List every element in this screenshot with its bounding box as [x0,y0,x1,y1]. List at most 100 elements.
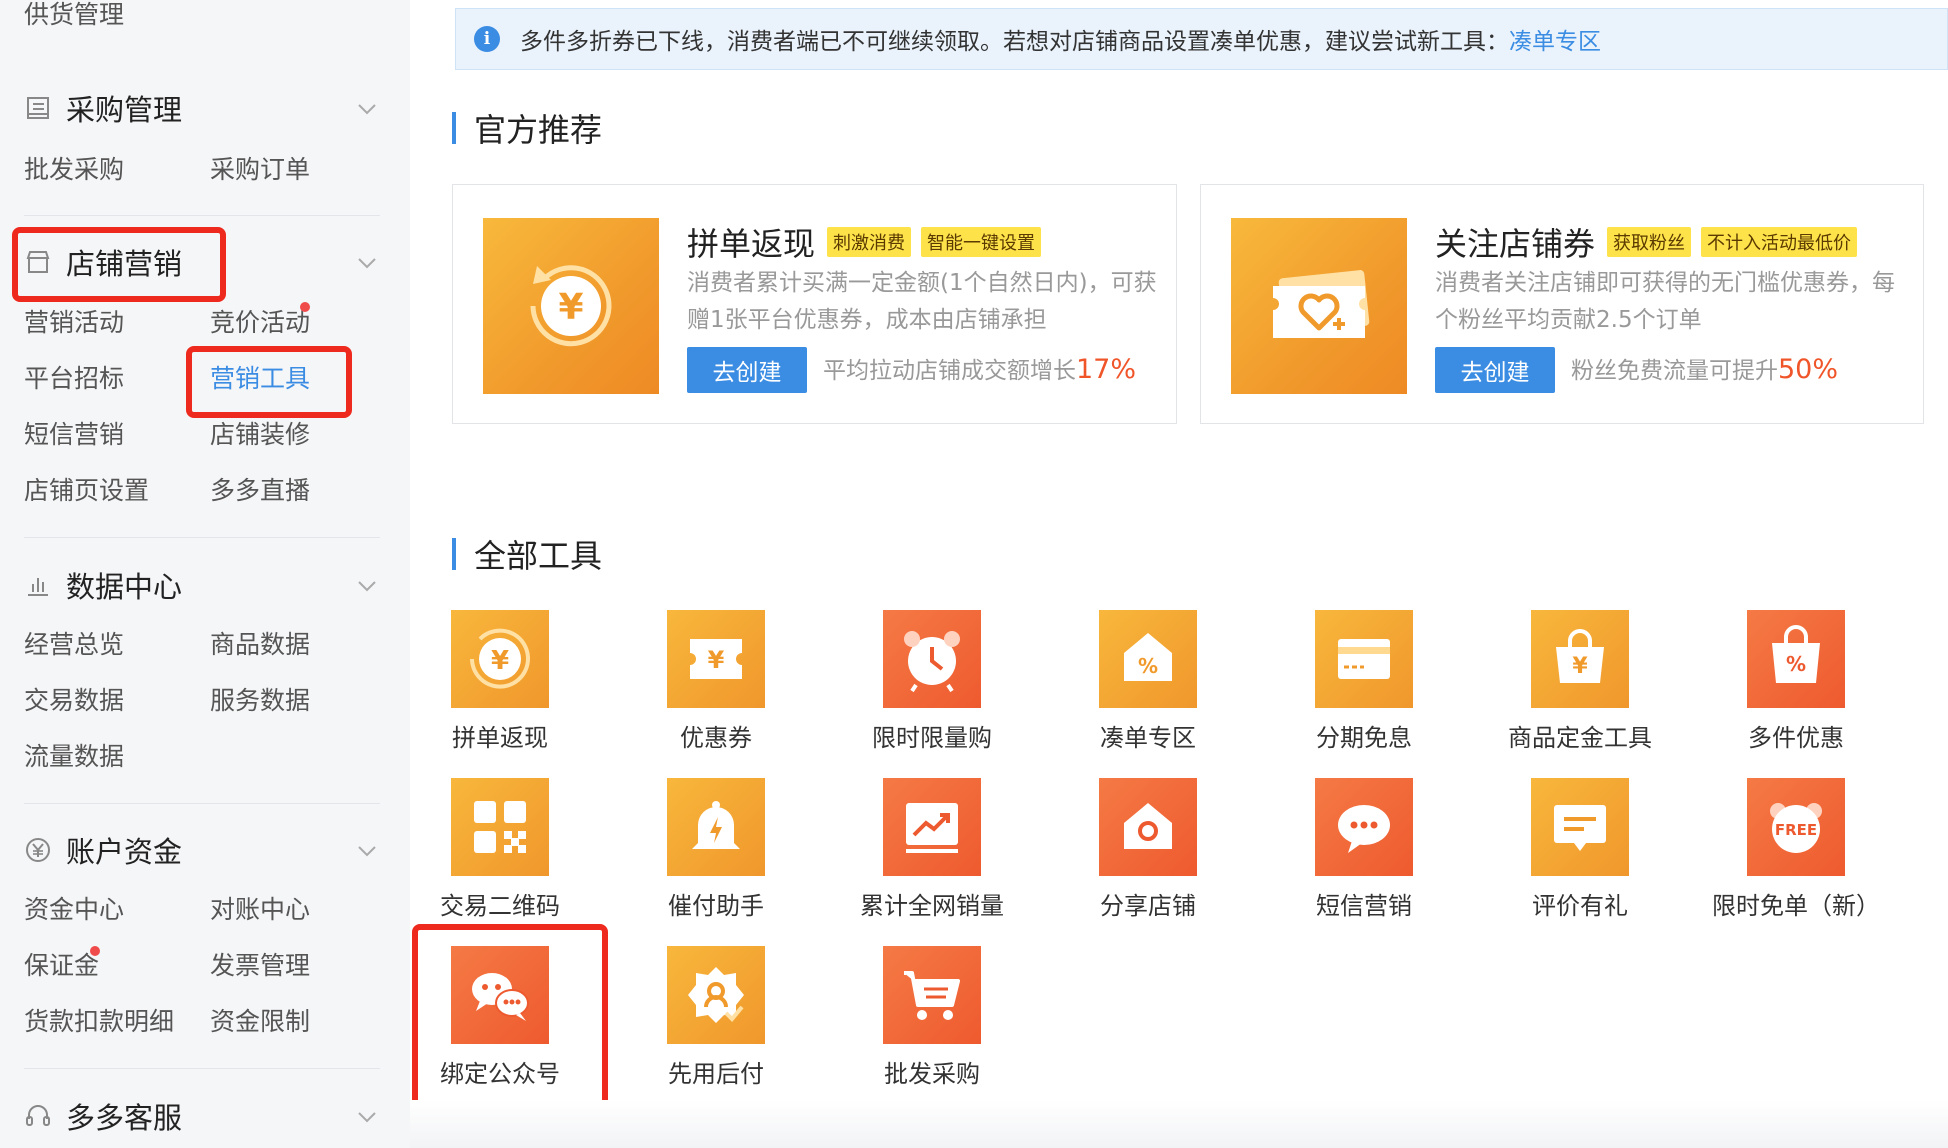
card-stat-text: 平均拉动店铺成交额增长 [823,358,1076,384]
free-badge-text: FREE [1775,821,1817,839]
tool-label: 累计全网销量 [860,892,1004,920]
sidebar-item-fund-limit[interactable]: 资金限制 [210,1007,310,1037]
sidebar-item-marketing-activities[interactable]: 营销活动 [24,308,124,338]
tool-label: 短信营销 [1316,892,1412,920]
section-title-recommend: 官方推荐 [452,108,602,149]
tool-wholesale[interactable]: 批发采购 [827,946,1037,1088]
sidebar-item-reconcile[interactable]: 对账中心 [210,895,310,925]
tool-multi-discount[interactable]: % 多件优惠 [1691,610,1901,752]
title-bar [452,538,456,570]
recommend-card-cashback: ¥ 拼单返现 刺激消费 智能一键设置 消费者累计买满一定金额(1个自然日内)，可… [452,184,1177,424]
sidebar-item-store-page[interactable]: 店铺页设置 [24,476,149,506]
tool-bundle-zone[interactable]: % 凑单专区 [1043,610,1253,752]
tool-qr-code[interactable]: 交易二维码 [395,778,605,920]
tool-label: 分期免息 [1316,724,1412,752]
chevron-down-icon[interactable] [356,1106,378,1128]
tool-label: 分享店铺 [1100,892,1196,920]
sidebar: 供货管理 采购管理 批发采购 采购订单 店铺营销 营销活动 竞价活动 平台招标 … [0,0,410,1148]
tool-label: 优惠券 [680,724,752,752]
card-title-row: 拼单返现 刺激消费 智能一键设置 [687,219,1051,265]
tool-cashback[interactable]: ¥ 拼单返现 [395,610,605,752]
notice-text: 多件多折券已下线，消费者端已不可继续领取。若想对店铺商品设置凑单优惠，建议尝试新… [520,29,1509,55]
tool-payment-reminder[interactable]: 催付助手 [611,778,821,920]
svg-text:¥: ¥ [491,646,509,676]
divider [24,803,380,804]
bell-icon [667,778,765,876]
tool-flash-sale[interactable]: 限时限量购 [827,610,1037,752]
svg-text:%: % [1786,652,1806,676]
sidebar-item-purchase-orders[interactable]: 采购订单 [210,155,310,185]
card-tag: 获取粉丝 [1607,227,1692,257]
card-tag: 刺激消费 [827,227,912,257]
info-icon: i [474,26,500,52]
tool-label: 催付助手 [668,892,764,920]
sidebar-item-deduction[interactable]: 货款扣款明细 [24,1007,174,1037]
chevron-down-icon[interactable] [356,840,378,862]
card-stat-value: 17% [1076,354,1137,385]
sidebar-item-overview[interactable]: 经营总览 [24,630,124,660]
sidebar-item-goods-data[interactable]: 商品数据 [210,630,310,660]
sidebar-section-title: 多多客服 [66,1101,183,1135]
chevron-down-icon[interactable] [356,252,378,274]
sidebar-section-data[interactable]: 数据中心 [24,565,182,605]
tool-coupon[interactable]: ¥ 优惠券 [611,610,821,752]
headset-icon [24,1102,52,1130]
card-title: 关注店铺券 [1435,225,1596,263]
sidebar-item-invoice[interactable]: 发票管理 [210,951,310,981]
sidebar-item-decoration[interactable]: 店铺装修 [210,420,310,450]
notification-dot [300,302,310,312]
notice-link[interactable]: 凑单专区 [1509,22,1601,56]
divider [24,537,380,538]
sidebar-item-fund-center[interactable]: 资金中心 [24,895,124,925]
bar-chart-icon [24,571,52,599]
svg-text:¥: ¥ [708,646,725,674]
tool-free-order[interactable]: FREE 限时免单（新） [1691,778,1901,920]
tool-review-gift[interactable]: 评价有礼 [1475,778,1685,920]
sidebar-item-bidding[interactable]: 竞价活动 [210,308,310,338]
free-icon: FREE [1747,778,1845,876]
tool-label: 批发采购 [884,1060,980,1088]
sidebar-item-sms[interactable]: 短信营销 [24,420,124,450]
sidebar-section-customer-service[interactable]: 多多客服 [24,1096,182,1136]
tool-label: 交易二维码 [440,892,560,920]
tool-installment[interactable]: 分期免息 [1259,610,1469,752]
sidebar-item-service-data[interactable]: 服务数据 [210,686,310,716]
tool-label: 凑单专区 [1100,724,1196,752]
tool-sms-marketing[interactable]: 短信营销 [1259,778,1469,920]
tool-total-sales[interactable]: 累计全网销量 [827,778,1037,920]
sidebar-item-tender[interactable]: 平台招标 [24,364,124,394]
list-icon [24,94,52,122]
card-title: 拼单返现 [687,225,816,263]
highlight-box [412,924,608,1112]
card-description: 消费者关注店铺即可获得的无门槛优惠券，每个粉丝平均贡献2.5个订单 [1435,270,1895,333]
svg-text:¥: ¥ [1572,654,1588,679]
sidebar-section-title: 账户资金 [66,835,183,869]
card-title-row: 关注店铺券 获取粉丝 不计入活动最低价 [1435,219,1867,265]
sidebar-item-supply[interactable]: 供货管理 [24,0,124,30]
highlight-box [12,227,226,302]
sidebar-item-trade-data[interactable]: 交易数据 [24,686,124,716]
sidebar-item-live[interactable]: 多多直播 [210,476,310,506]
tool-pay-later[interactable]: 先用后付 [611,946,821,1088]
sidebar-section-purchase[interactable]: 采购管理 [24,88,182,128]
sidebar-item-deposit[interactable]: 保证金 [24,951,99,981]
review-icon [1531,778,1629,876]
trend-chart-icon [883,778,981,876]
deposit-bag-icon: ¥ [1531,610,1629,708]
chevron-down-icon[interactable] [356,98,378,120]
create-button[interactable]: 去创建 [687,347,807,393]
create-button[interactable]: 去创建 [1435,347,1555,393]
tool-share-store[interactable]: 分享店铺 [1043,778,1253,920]
recommend-card-follow-coupon: 关注店铺券 获取粉丝 不计入活动最低价 消费者关注店铺即可获得的无门槛优惠券，每… [1200,184,1924,424]
chevron-down-icon[interactable] [356,575,378,597]
divider [24,1068,380,1069]
follow-coupon-icon [1231,218,1407,394]
tool-label: 商品定金工具 [1508,724,1652,752]
sidebar-item-wholesale[interactable]: 批发采购 [24,155,124,185]
badge-check-icon [667,946,765,1044]
tool-deposit[interactable]: ¥ 商品定金工具 [1475,610,1685,752]
share-store-icon [1099,778,1197,876]
sms-bubble-icon [1315,778,1413,876]
sidebar-section-account[interactable]: 账户资金 [24,830,182,870]
sidebar-item-traffic-data[interactable]: 流量数据 [24,742,124,772]
